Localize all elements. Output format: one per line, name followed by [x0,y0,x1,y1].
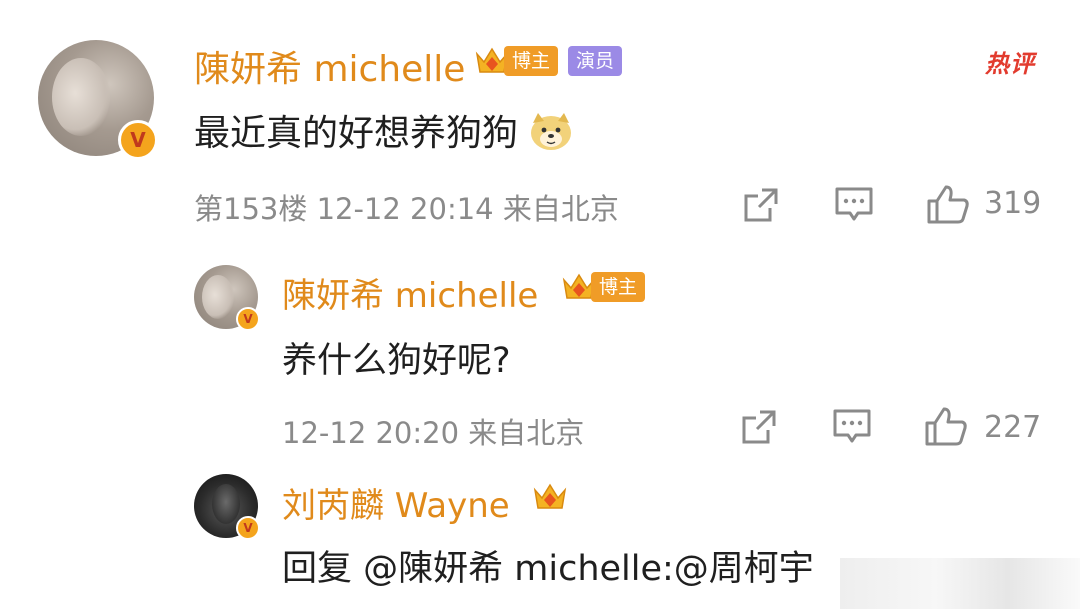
author-name[interactable]: 陳妍希 michelle [282,268,538,317]
comment-body: 最近真的好想养狗狗 [194,113,519,154]
host-badge: 博主 [591,272,646,302]
reply-text: 回复 @陳妍希 michelle:@周柯宇 [282,549,814,589]
verified-v-icon: V [236,516,260,540]
author-name[interactable]: 刘芮麟 Wayne [282,478,510,527]
reply-meta: 12-12 20:20 来自北京 [282,416,585,450]
watermark-overlay [840,558,1080,609]
avatar[interactable]: V [194,474,260,540]
comment-meta: 第153楼 12-12 20:14 来自北京 [194,192,619,226]
comment-icon[interactable] [834,186,874,224]
like-count: 319 [984,186,1042,221]
hot-comment-label: 热评 [985,50,1035,78]
avatar[interactable]: V [194,265,260,331]
thumbs-up-icon[interactable] [924,406,968,446]
host-badge: 博主 [504,46,559,76]
actor-badge: 演员 [568,46,623,76]
share-icon[interactable] [742,186,780,224]
crown-icon [533,483,567,509]
doge-emoji [531,113,572,150]
thumbs-up-icon[interactable] [926,184,970,224]
like-count: 227 [984,410,1042,445]
verified-v-icon: V [236,307,260,331]
author-name[interactable]: 陳妍希 michelle [194,40,465,92]
avatar[interactable]: V [38,40,158,160]
comment-icon[interactable] [832,408,872,446]
comment-text: 最近真的好想养狗狗 [194,104,573,156]
share-icon[interactable] [740,408,778,446]
reply-text: 养什么狗好呢? [282,341,511,381]
verified-v-icon: V [118,120,158,160]
